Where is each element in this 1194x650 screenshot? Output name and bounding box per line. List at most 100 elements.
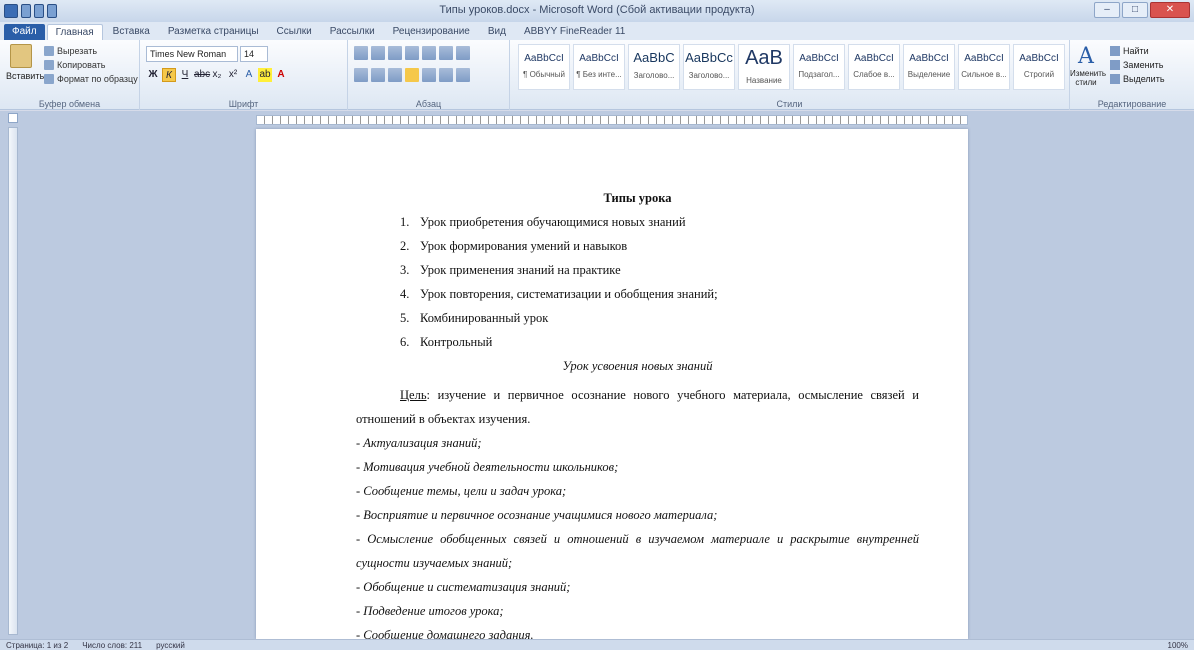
style-item[interactable]: AaBbCcI Выделение: [903, 44, 955, 90]
bullets-icon[interactable]: [354, 46, 368, 60]
style-preview: AaBbCc: [685, 50, 733, 65]
font-color-button[interactable]: A: [274, 68, 288, 82]
style-item[interactable]: AaBbC Заголово...: [628, 44, 680, 90]
horizontal-ruler[interactable]: [256, 115, 968, 125]
font-name-select[interactable]: Times New Roman: [146, 46, 238, 62]
style-item[interactable]: AaBbCcI Сильное в...: [958, 44, 1010, 90]
close-button[interactable]: ✕: [1150, 2, 1190, 18]
select-button[interactable]: Выделить: [1110, 74, 1165, 84]
align-center-icon[interactable]: [371, 68, 385, 82]
increase-indent-icon[interactable]: [422, 46, 436, 60]
copy-button[interactable]: Копировать: [44, 60, 105, 70]
window-title: Типы уроков.docx - Microsoft Word (Сбой …: [439, 4, 755, 16]
select-icon: [1110, 74, 1120, 84]
style-preview: AaBbCcI: [964, 53, 1004, 64]
tab-page-layout[interactable]: Разметка страницы: [160, 24, 267, 40]
document-heading: Типы урока: [603, 191, 672, 205]
scissors-icon: [44, 46, 54, 56]
superscript-button[interactable]: x²: [226, 68, 240, 82]
list-item: 6. Контрольный: [356, 335, 919, 359]
list-text: Урок повторения, систематизации и обобще…: [420, 287, 718, 301]
line-spacing-icon[interactable]: [422, 68, 436, 82]
style-item[interactable]: AaBbCcI Подзагол...: [793, 44, 845, 90]
numbering-icon[interactable]: [371, 46, 385, 60]
multilevel-list-icon[interactable]: [388, 46, 402, 60]
tab-selector[interactable]: [8, 113, 18, 123]
decrease-indent-icon[interactable]: [405, 46, 419, 60]
editing-group: A Изменить стили Найти Заменить Выделить…: [1070, 44, 1167, 109]
section-subtitle: Урок усвоения новых знаний: [562, 359, 713, 373]
document-content[interactable]: Типы урока 1. Урок приобретения обучающим…: [356, 191, 919, 647]
list-text: Урок формирования умений и навыков: [420, 239, 628, 253]
paragraph-group: Абзац: [348, 40, 510, 110]
style-item[interactable]: AaB Название: [738, 44, 790, 90]
stage-line: - Осмысление обобщенных связей и отношен…: [356, 532, 919, 570]
zoom-level[interactable]: 100%: [1168, 641, 1188, 650]
tab-home[interactable]: Главная: [46, 24, 103, 40]
ribbon-tabs: Файл Главная Вставка Разметка страницы С…: [0, 22, 1194, 40]
tab-insert[interactable]: Вставка: [105, 24, 158, 40]
replace-button[interactable]: Заменить: [1110, 60, 1163, 70]
format-painter-button[interactable]: Формат по образцу: [44, 74, 138, 84]
style-preview: AaBbCcI: [854, 53, 894, 64]
copy-icon: [44, 60, 54, 70]
italic-button[interactable]: К: [162, 68, 176, 82]
cut-button[interactable]: Вырезать: [44, 46, 97, 56]
style-name: ¶ Обычный: [523, 70, 565, 79]
list-number: 6.: [400, 335, 410, 349]
underline-button[interactable]: Ч: [178, 68, 192, 82]
style-item[interactable]: AaBbCcI ¶ Без инте...: [573, 44, 625, 90]
style-preview: AaBbCcI: [1019, 53, 1059, 64]
document-page[interactable]: Типы урока 1. Урок приобретения обучающим…: [256, 129, 968, 642]
goal-paragraph: Цель: изучение и первичное осознание нов…: [356, 388, 919, 426]
word-count[interactable]: Число слов: 211: [82, 641, 142, 650]
maximize-button[interactable]: □: [1122, 2, 1148, 18]
tab-review[interactable]: Рецензирование: [385, 24, 478, 40]
text-effects-button[interactable]: A: [242, 68, 256, 82]
list-number: 1.: [400, 215, 410, 229]
tab-mailings[interactable]: Рассылки: [322, 24, 383, 40]
change-styles-button[interactable]: A Изменить стили: [1070, 44, 1106, 90]
list-text: Урок применения знаний на практике: [420, 263, 621, 277]
style-preview: AaBbCcI: [799, 53, 839, 64]
pilcrow-icon[interactable]: [456, 46, 470, 60]
shading-icon[interactable]: [439, 68, 453, 82]
status-bar: Страница: 1 из 2 Число слов: 211 русский…: [0, 639, 1194, 650]
find-button[interactable]: Найти: [1110, 46, 1149, 56]
font-size-select[interactable]: 14: [240, 46, 268, 62]
styles-gallery: AaBbCcI ¶ Обычный AaBbCcI ¶ Без инте... AaBb…: [518, 44, 1065, 90]
language-indicator[interactable]: русский: [156, 641, 185, 650]
strikethrough-button[interactable]: abc: [194, 68, 210, 82]
style-item[interactable]: AaBbCcI ¶ Обычный: [518, 44, 570, 90]
align-left-icon[interactable]: [354, 68, 368, 82]
tab-references[interactable]: Ссылки: [269, 24, 320, 40]
style-item[interactable]: AaBbCcI Слабое в...: [848, 44, 900, 90]
tab-file[interactable]: Файл: [4, 24, 45, 40]
minimize-button[interactable]: –: [1094, 2, 1120, 18]
align-right-icon[interactable]: [388, 68, 402, 82]
paste-button[interactable]: Вставить: [6, 44, 44, 88]
justify-icon[interactable]: [405, 68, 419, 82]
tab-view[interactable]: Вид: [480, 24, 514, 40]
subscript-button[interactable]: x₂: [210, 68, 224, 82]
style-item[interactable]: AaBbCc Заголово...: [683, 44, 735, 90]
sort-icon[interactable]: [439, 46, 453, 60]
style-preview: AaB: [745, 47, 783, 69]
document-area: Типы урока 1. Урок приобретения обучающим…: [0, 111, 1194, 642]
bold-button[interactable]: Ж: [146, 68, 160, 82]
title-bar: Типы уроков.docx - Microsoft Word (Сбой …: [0, 0, 1194, 22]
vertical-ruler[interactable]: [8, 127, 18, 635]
lesson-types-list: 1. Урок приобретения обучающимися новых з…: [356, 215, 919, 359]
tab-abbyy[interactable]: ABBYY FineReader 11: [516, 24, 633, 40]
page-counter[interactable]: Страница: 1 из 2: [6, 641, 68, 650]
highlight-button[interactable]: ab: [258, 68, 272, 82]
change-styles-icon: A: [1078, 44, 1094, 69]
style-preview: AaBbCcI: [909, 53, 949, 64]
borders-icon[interactable]: [456, 68, 470, 82]
list-item: 2. Урок формирования умений и навыков: [356, 239, 919, 263]
style-item[interactable]: AaBbCcI Строгий: [1013, 44, 1065, 90]
stage-line: - Мотивация учебной деятельности школьни…: [356, 460, 619, 474]
brush-icon: [44, 74, 54, 84]
style-preview: AaBbC: [633, 50, 675, 65]
ribbon: Вставить Вырезать Копировать Формат по о…: [0, 40, 1194, 110]
